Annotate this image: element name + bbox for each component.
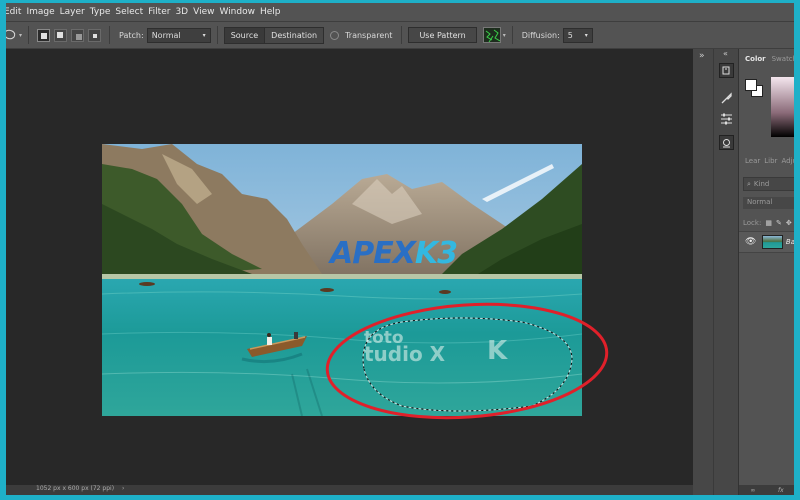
tab-libraries[interactable]: Libr	[764, 157, 777, 169]
source-destination-toggle: Source Destination	[223, 26, 325, 44]
transparent-checkbox[interactable]	[330, 30, 340, 40]
color-panel-tabs: Color Swatch	[739, 55, 794, 69]
menu-edit[interactable]: Edit	[6, 7, 26, 17]
diffusion-value: 5	[567, 30, 573, 40]
new-selection-button[interactable]	[37, 28, 51, 42]
patch-mode-select[interactable]: Normal ▾	[146, 27, 211, 43]
use-pattern-button[interactable]: Use Pattern	[408, 27, 477, 43]
lock-transparent-icon[interactable]: ▦	[765, 219, 772, 227]
options-bar: ▾ Patch: Normal ▾ Source Destination Tra…	[6, 21, 794, 49]
lock-move-icon[interactable]: ✥	[786, 219, 792, 227]
link-layers-icon[interactable]: ∞	[750, 487, 755, 494]
status-bar: 1052 px x 600 px (72 ppi) ›	[6, 485, 693, 495]
lock-label: Lock:	[743, 219, 762, 227]
lock-paint-icon[interactable]: ✎	[776, 219, 782, 227]
menu-bar: Edit Image Layer Type Select Filter 3D V…	[6, 3, 794, 21]
transparent-label: Transparent	[345, 30, 393, 40]
chevron-right-icon[interactable]: ›	[122, 485, 124, 492]
chevron-down-icon: ▾	[584, 31, 588, 39]
menu-image[interactable]: Image	[26, 7, 59, 17]
source-button[interactable]: Source	[224, 27, 265, 43]
menu-help[interactable]: Help	[260, 7, 286, 17]
adjustments-sliders-icon[interactable]	[719, 111, 734, 126]
layers-panel-tabs: Lear Libr Adju	[739, 157, 794, 169]
chevron-down-icon: ▾	[202, 31, 206, 39]
foreground-background-swatch[interactable]	[745, 79, 763, 97]
layers-footer: ∞ fx	[739, 485, 794, 495]
menu-type[interactable]: Type	[90, 7, 116, 17]
diffusion-select[interactable]: 5 ▾	[562, 27, 593, 43]
intersect-selection-button[interactable]	[88, 28, 102, 42]
document-info: 1052 px x 600 px (72 ppi)	[36, 485, 115, 492]
add-selection-button[interactable]	[54, 28, 68, 42]
chevron-down-icon[interactable]: ▾	[19, 32, 22, 39]
canvas-area[interactable]: APEXK3 toto tudio X K 1052 px x 600 px (…	[6, 49, 693, 495]
fx-icon[interactable]: fx	[778, 487, 784, 494]
right-panels: Color Swatch Lear Libr Adju ⌕ Kind Norma…	[738, 49, 794, 495]
destination-button[interactable]: Destination	[264, 27, 324, 43]
tab-swatches[interactable]: Swatch	[772, 55, 794, 69]
search-icon: ⌕	[747, 179, 751, 188]
tab-learn[interactable]: Lear	[745, 157, 760, 169]
foreground-color-swatch[interactable]	[745, 79, 757, 91]
photoshop-window: Edit Image Layer Type Select Filter 3D V…	[6, 3, 794, 495]
layer-row-background[interactable]: 👁 Ba	[739, 231, 794, 253]
lock-row: Lock: ▦ ✎ ✥	[743, 217, 794, 229]
layer-name: Ba	[785, 238, 794, 246]
subtract-selection-button[interactable]	[71, 28, 85, 42]
panel-collapse-strip: »	[693, 49, 713, 495]
patch-mode-value: Normal	[151, 30, 181, 40]
kind-filter-label: Kind	[753, 180, 770, 188]
divider	[28, 26, 30, 44]
divider	[109, 26, 111, 44]
patch-label: Patch:	[119, 30, 144, 40]
patch-tool-icon[interactable]	[6, 28, 18, 42]
tab-adjustments[interactable]: Adju	[781, 157, 794, 169]
divider	[401, 26, 403, 44]
pattern-swatch[interactable]	[482, 27, 501, 43]
menu-window[interactable]: Window	[219, 7, 260, 17]
layer-thumbnail[interactable]	[762, 235, 783, 249]
patch-selection-outline[interactable]	[102, 144, 582, 416]
double-chevron-right-icon[interactable]: »	[699, 51, 705, 61]
properties-icon[interactable]	[719, 135, 734, 150]
layer-filter-input[interactable]: ⌕ Kind	[743, 177, 794, 191]
brush-icon[interactable]	[719, 91, 734, 106]
menu-3d[interactable]: 3D	[175, 7, 193, 17]
divider	[216, 26, 218, 44]
blend-mode-select[interactable]: Normal	[743, 197, 794, 209]
history-icon[interactable]	[719, 63, 734, 78]
eye-visibility-icon[interactable]: 👁	[745, 237, 756, 247]
diffusion-label: Diffusion:	[521, 30, 560, 40]
chevron-down-icon[interactable]: ▾	[503, 32, 506, 39]
panel-icon-strip: «	[713, 49, 738, 495]
menu-view[interactable]: View	[193, 7, 219, 17]
menu-select[interactable]: Select	[115, 7, 148, 17]
blend-mode-value: Normal	[747, 198, 773, 206]
color-picker-field[interactable]	[771, 77, 794, 137]
menu-filter[interactable]: Filter	[148, 7, 175, 17]
tab-color[interactable]: Color	[745, 55, 766, 69]
menu-layer[interactable]: Layer	[60, 7, 90, 17]
double-chevron-left-icon[interactable]: «	[723, 49, 728, 58]
document-image[interactable]: APEXK3 toto tudio X K	[102, 144, 582, 416]
divider	[511, 26, 513, 44]
